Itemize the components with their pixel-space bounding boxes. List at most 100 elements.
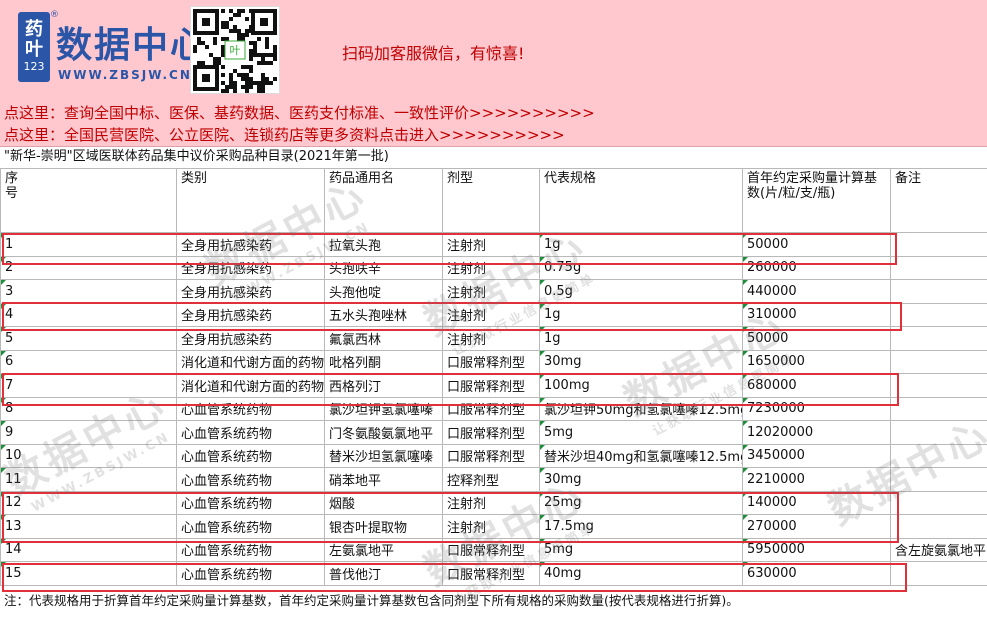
col-header-dosage-form: 剂型 bbox=[442, 168, 540, 233]
table-row: 7 消化道和代谢方面的药物 西格列汀 口服常释剂型 100mg 680000 bbox=[0, 373, 987, 398]
link-query-bid-data[interactable]: 点这里：查询全国中标、医保、基药数据、医药支付标准、一致性评价>>>>>>>>>… bbox=[4, 102, 595, 123]
cell-category: 心血管系统药物 bbox=[176, 537, 325, 562]
cell-spec: 17.5mg bbox=[539, 514, 743, 539]
cell-dosage-form: 口服常释剂型 bbox=[442, 537, 540, 562]
table-row: 1 全身用抗感染药 拉氧头孢 注射剂 1g 50000 bbox=[0, 232, 987, 257]
cell-index: 8 bbox=[0, 396, 177, 421]
cell-category: 心血管系统药物 bbox=[176, 396, 325, 421]
cell-spec: 5mg bbox=[539, 420, 743, 445]
cell-purchase-base: 140000 bbox=[742, 490, 891, 515]
cell-drug-name: 拉氧头孢 bbox=[324, 232, 443, 257]
cell-purchase-base: 12020000 bbox=[742, 420, 891, 445]
cell-index: 15 bbox=[0, 561, 177, 586]
cell-spec: 100mg bbox=[539, 373, 743, 398]
cell-category: 心血管系统药物 bbox=[176, 443, 325, 468]
cell-purchase-base: 1650000 bbox=[742, 349, 891, 374]
promo-banner: 药 叶 123 ® 数据中心 WWW.ZBSJW.CN 叶 扫码加客服微信，有惊… bbox=[0, 0, 987, 147]
cell-category: 消化道和代谢方面的药物 bbox=[176, 373, 325, 398]
cell-drug-name: 门冬氨酸氨氯地平 bbox=[324, 420, 443, 445]
cell-remark bbox=[890, 255, 987, 280]
logo-url: WWW.ZBSJW.CN bbox=[58, 68, 192, 82]
cell-index: 12 bbox=[0, 490, 177, 515]
cell-index: 5 bbox=[0, 326, 177, 351]
cell-category: 心血管系统药物 bbox=[176, 514, 325, 539]
cell-index: 10 bbox=[0, 443, 177, 468]
link-hospital-data[interactable]: 点这里：全国民营医院、公立医院、连锁药店等更多资料点击进入>>>>>>>>>> bbox=[4, 124, 565, 145]
cell-dosage-form: 注射剂 bbox=[442, 490, 540, 515]
cell-remark bbox=[890, 467, 987, 492]
col-header-remark: 备注 bbox=[890, 168, 987, 233]
cell-spec: 30mg bbox=[539, 467, 743, 492]
cell-purchase-base: 630000 bbox=[742, 561, 891, 586]
table-row: 15 心血管系统药物 普伐他汀 口服常释剂型 40mg 630000 bbox=[0, 561, 987, 586]
table-header-row: 序 号 类别 药品通用名 剂型 代表规格 首年约定采购量计算基数(片/粒/支/瓶… bbox=[0, 168, 987, 233]
table-row: 12 心血管系统药物 烟酸 注射剂 25mg 140000 bbox=[0, 490, 987, 515]
cell-index: 9 bbox=[0, 420, 177, 445]
cell-remark bbox=[890, 349, 987, 374]
cell-drug-name: 西格列汀 bbox=[324, 373, 443, 398]
col-header-drug-name: 药品通用名 bbox=[324, 168, 443, 233]
cell-remark bbox=[890, 420, 987, 445]
cell-category: 心血管系统药物 bbox=[176, 490, 325, 515]
cell-drug-name: 硝苯地平 bbox=[324, 467, 443, 492]
cell-spec: 替米沙坦40mg和氢氯噻嗪12.5mg bbox=[539, 443, 743, 468]
cell-index: 2 bbox=[0, 255, 177, 280]
cell-category: 全身用抗感染药 bbox=[176, 302, 325, 327]
cell-category: 心血管系统药物 bbox=[176, 561, 325, 586]
cell-index: 4 bbox=[0, 302, 177, 327]
cell-spec: 1g bbox=[539, 326, 743, 351]
cell-dosage-form: 口服常释剂型 bbox=[442, 349, 540, 374]
cell-purchase-base: 260000 bbox=[742, 255, 891, 280]
cell-index: 1 bbox=[0, 232, 177, 257]
cell-category: 心血管系统药物 bbox=[176, 420, 325, 445]
cell-remark bbox=[890, 514, 987, 539]
cell-remark bbox=[890, 279, 987, 304]
col-header-spec: 代表规格 bbox=[539, 168, 743, 233]
cell-drug-name: 替米沙坦氢氯噻嗪 bbox=[324, 443, 443, 468]
cell-drug-name: 普伐他汀 bbox=[324, 561, 443, 586]
logo-title: 数据中心 bbox=[56, 25, 209, 66]
cell-dosage-form: 控释剂型 bbox=[442, 467, 540, 492]
cell-spec: 5mg bbox=[539, 537, 743, 562]
cell-dosage-form: 注射剂 bbox=[442, 326, 540, 351]
cell-purchase-base: 3450000 bbox=[742, 443, 891, 468]
cell-category: 消化道和代谢方面的药物 bbox=[176, 349, 325, 374]
cell-category: 全身用抗感染药 bbox=[176, 232, 325, 257]
cell-remark bbox=[890, 490, 987, 515]
cell-remark bbox=[890, 443, 987, 468]
cell-purchase-base: 2210000 bbox=[742, 467, 891, 492]
cell-spec: 氯沙坦钾50mg和氢氯噻嗪12.5mg bbox=[539, 396, 743, 421]
cell-remark bbox=[890, 373, 987, 398]
cell-remark bbox=[890, 302, 987, 327]
cell-remark bbox=[890, 232, 987, 257]
cell-category: 全身用抗感染药 bbox=[176, 255, 325, 280]
cell-drug-name: 五水头孢唑林 bbox=[324, 302, 443, 327]
cell-dosage-form: 注射剂 bbox=[442, 302, 540, 327]
table-row: 9 心血管系统药物 门冬氨酸氨氯地平 口服常释剂型 5mg 12020000 bbox=[0, 420, 987, 445]
logo-char-1: 药 bbox=[25, 19, 43, 40]
table-row: 6 消化道和代谢方面的药物 吡格列酮 口服常释剂型 30mg 1650000 bbox=[0, 349, 987, 374]
cell-dosage-form: 注射剂 bbox=[442, 279, 540, 304]
qr-caption: 扫码加客服微信，有惊喜! bbox=[342, 44, 525, 63]
cell-spec: 30mg bbox=[539, 349, 743, 374]
cell-dosage-form: 口服常释剂型 bbox=[442, 373, 540, 398]
table-row: 14 心血管系统药物 左氨氯地平 口服常释剂型 5mg 5950000 含左旋氨氯地平 bbox=[0, 537, 987, 562]
table-row: 3 全身用抗感染药 头孢他啶 注射剂 0.5g 440000 bbox=[0, 279, 987, 304]
cell-purchase-base: 7230000 bbox=[742, 396, 891, 421]
cell-purchase-base: 440000 bbox=[742, 279, 891, 304]
logo-char-3: 123 bbox=[23, 60, 45, 73]
cell-dosage-form: 口服常释剂型 bbox=[442, 420, 540, 445]
col-header-purchase-base: 首年约定采购量计算基数(片/粒/支/瓶) bbox=[742, 168, 891, 233]
cell-drug-name: 头孢呋辛 bbox=[324, 255, 443, 280]
cell-drug-name: 左氨氯地平 bbox=[324, 537, 443, 562]
cell-category: 全身用抗感染药 bbox=[176, 326, 325, 351]
cell-drug-name: 吡格列酮 bbox=[324, 349, 443, 374]
cell-drug-name: 氟氯西林 bbox=[324, 326, 443, 351]
cell-dosage-form: 注射剂 bbox=[442, 514, 540, 539]
table-row: 2 全身用抗感染药 头孢呋辛 注射剂 0.75g 260000 bbox=[0, 255, 987, 280]
cell-purchase-base: 270000 bbox=[742, 514, 891, 539]
cell-remark bbox=[890, 561, 987, 586]
cell-dosage-form: 注射剂 bbox=[442, 255, 540, 280]
cell-dosage-form: 口服常释剂型 bbox=[442, 561, 540, 586]
cell-dosage-form: 口服常释剂型 bbox=[442, 443, 540, 468]
